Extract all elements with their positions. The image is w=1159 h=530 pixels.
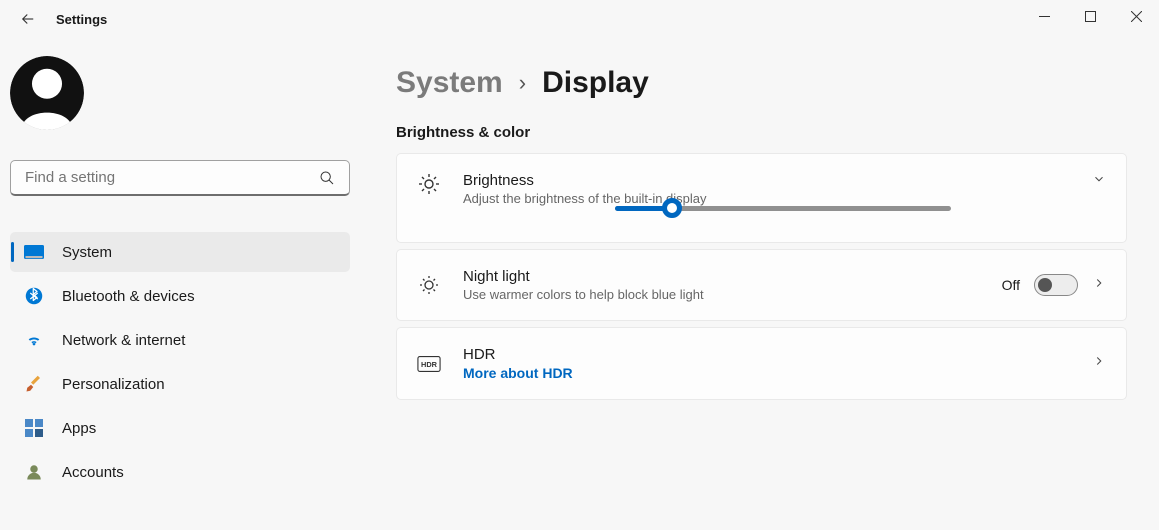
svg-text:HDR: HDR bbox=[421, 360, 438, 369]
breadcrumb: System › Display bbox=[396, 66, 1127, 100]
sidebar-item-system[interactable]: System bbox=[10, 232, 350, 272]
close-icon bbox=[1131, 11, 1142, 22]
sidebar-item-personalization[interactable]: Personalization bbox=[10, 364, 350, 404]
person-icon bbox=[24, 462, 44, 482]
open-button[interactable] bbox=[1092, 276, 1106, 295]
sidebar-nav: System Bluetooth & devices Network & int… bbox=[10, 232, 350, 492]
search-icon bbox=[319, 170, 335, 186]
sidebar-item-label: Bluetooth & devices bbox=[62, 288, 195, 305]
chevron-right-icon: › bbox=[519, 70, 526, 96]
more-about-hdr-link[interactable]: More about HDR bbox=[463, 365, 1070, 381]
sidebar-item-bluetooth[interactable]: Bluetooth & devices bbox=[10, 276, 350, 316]
bluetooth-icon bbox=[24, 286, 44, 306]
search-input[interactable] bbox=[25, 169, 319, 186]
chevron-right-icon bbox=[1092, 354, 1106, 368]
brightness-card: Brightness Adjust the brightness of the … bbox=[396, 153, 1127, 243]
brush-icon bbox=[24, 374, 44, 394]
sun-icon bbox=[417, 172, 441, 196]
hdr-icon: HDR bbox=[417, 355, 441, 373]
main-content: System › Display Brightness & color Brig… bbox=[360, 38, 1159, 530]
brightness-title: Brightness bbox=[463, 172, 1070, 189]
chevron-right-icon bbox=[1092, 276, 1106, 290]
window-controls bbox=[1021, 0, 1159, 32]
close-button[interactable] bbox=[1113, 0, 1159, 32]
sidebar-item-label: Personalization bbox=[62, 376, 165, 393]
maximize-icon bbox=[1085, 11, 1096, 22]
apps-icon bbox=[24, 418, 44, 438]
person-silhouette-icon bbox=[10, 56, 84, 130]
sidebar-item-accounts[interactable]: Accounts bbox=[10, 452, 350, 492]
hdr-card[interactable]: HDR HDR More about HDR bbox=[396, 327, 1127, 400]
sidebar: System Bluetooth & devices Network & int… bbox=[0, 38, 360, 530]
back-button[interactable] bbox=[16, 7, 40, 31]
sidebar-item-apps[interactable]: Apps bbox=[10, 408, 350, 448]
night-light-description: Use warmer colors to help block blue lig… bbox=[463, 287, 980, 302]
sidebar-item-label: Network & internet bbox=[62, 332, 185, 349]
app-title: Settings bbox=[56, 12, 107, 27]
sidebar-item-label: System bbox=[62, 244, 112, 261]
slider-track bbox=[615, 206, 951, 211]
minimize-icon bbox=[1039, 11, 1050, 22]
expand-button[interactable] bbox=[1092, 172, 1106, 191]
arrow-left-icon bbox=[19, 10, 37, 28]
breadcrumb-parent[interactable]: System bbox=[396, 66, 503, 100]
sidebar-item-label: Apps bbox=[62, 420, 96, 437]
search-input-wrapper[interactable] bbox=[10, 160, 350, 196]
night-light-card[interactable]: Night light Use warmer colors to help bl… bbox=[396, 249, 1127, 321]
minimize-button[interactable] bbox=[1021, 0, 1067, 32]
chevron-down-icon bbox=[1092, 172, 1106, 186]
wifi-icon bbox=[24, 330, 44, 350]
section-title: Brightness & color bbox=[396, 124, 1127, 141]
brightness-slider[interactable] bbox=[615, 200, 951, 216]
night-light-toggle[interactable] bbox=[1034, 274, 1078, 296]
slider-thumb[interactable] bbox=[662, 198, 682, 218]
breadcrumb-current: Display bbox=[542, 66, 649, 100]
maximize-button[interactable] bbox=[1067, 0, 1113, 32]
sidebar-item-label: Accounts bbox=[62, 464, 124, 481]
night-light-title: Night light bbox=[463, 268, 980, 285]
night-light-icon bbox=[417, 273, 441, 297]
toggle-state-label: Off bbox=[1002, 277, 1020, 293]
monitor-icon bbox=[24, 242, 44, 262]
hdr-title: HDR bbox=[463, 346, 1070, 363]
toggle-knob bbox=[1038, 278, 1052, 292]
user-avatar[interactable] bbox=[10, 56, 84, 130]
open-button[interactable] bbox=[1092, 354, 1106, 373]
sidebar-item-network[interactable]: Network & internet bbox=[10, 320, 350, 360]
title-bar: Settings bbox=[0, 0, 1159, 38]
